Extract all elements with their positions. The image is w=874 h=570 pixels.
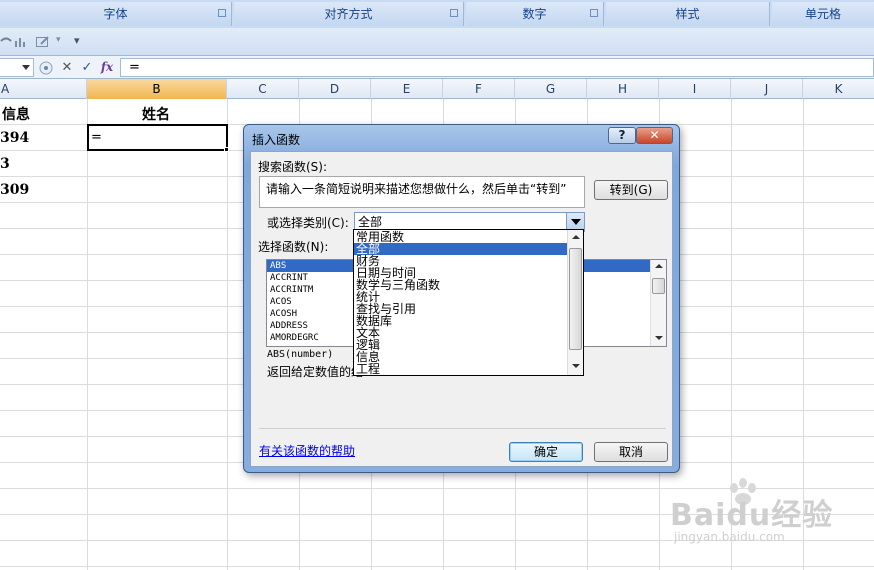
ok-button[interactable]: 确定	[509, 442, 583, 462]
insert-function-icon[interactable]: fx	[98, 59, 116, 76]
cell-a1[interactable]: 信息	[2, 104, 30, 124]
alignment-dialog-launcher-icon[interactable]	[450, 9, 458, 17]
ribbon-group-number-label: 数字	[522, 7, 547, 21]
scroll-thumb[interactable]	[652, 278, 665, 294]
ribbon-group-styles-label: 样式	[675, 7, 700, 21]
ribbon-group-font-label: 字体	[103, 7, 128, 21]
cancel-button[interactable]: 取消	[594, 442, 668, 462]
number-dialog-launcher-icon[interactable]	[590, 9, 598, 17]
cell-b1[interactable]: 姓名	[142, 104, 170, 124]
dialog-title: 插入函数	[252, 133, 301, 147]
cell-a2[interactable]: 394	[0, 130, 29, 146]
formula-bar-toggle-icon[interactable]	[38, 60, 54, 76]
ribbon-group-styles[interactable]: 样式	[606, 2, 770, 26]
category-option[interactable]: 数据库	[354, 315, 568, 327]
column-header-g[interactable]: G	[515, 79, 587, 99]
cancel-entry-icon[interactable]: ✕	[58, 59, 76, 76]
baidu-watermark: Baidu经验 jingyan.baidu.com	[670, 478, 840, 550]
category-option[interactable]: 数学与三角函数	[354, 279, 568, 291]
cell-a4[interactable]: 309	[0, 182, 29, 198]
function-list-scrollbar[interactable]	[650, 260, 666, 346]
go-button[interactable]: 转到(G)	[594, 180, 668, 200]
fill-handle[interactable]	[224, 147, 229, 152]
scroll-down-icon[interactable]	[572, 364, 580, 368]
dropdown-scrollbar[interactable]	[567, 230, 583, 375]
category-dropdown-list[interactable]: 常用函数 全部 财务 日期与时间 数学与三角函数 统计 查找与引用 数据库 文本…	[353, 229, 584, 376]
function-syntax: ABS(number)	[267, 349, 334, 360]
search-function-input[interactable]: 请输入一条简短说明来描述您想做什么，然后单击“转到”	[259, 176, 585, 208]
function-help-link[interactable]: 有关该函数的帮助	[259, 442, 355, 459]
column-header-row: A B C D E F G H I J K	[0, 79, 874, 99]
grid-line	[227, 99, 228, 570]
scroll-up-icon[interactable]	[655, 264, 663, 268]
category-option[interactable]: 信息	[354, 351, 568, 363]
column-header-h[interactable]: H	[587, 79, 659, 99]
quick-access-toolbar: ▾ ▾	[0, 28, 874, 56]
active-cell-b2[interactable]: =	[87, 124, 228, 151]
category-option[interactable]: 逻辑	[354, 339, 568, 351]
category-option[interactable]: 工程	[354, 363, 568, 375]
search-function-label: 搜索函数(S):	[258, 160, 328, 174]
divider	[259, 428, 666, 429]
column-header-e[interactable]: E	[371, 79, 443, 99]
column-header-i[interactable]: I	[659, 79, 731, 99]
ribbon-group-cells-label: 单元格	[804, 7, 841, 21]
column-header-k[interactable]: K	[803, 79, 874, 99]
select-function-label: 选择函数(N):	[258, 240, 329, 254]
name-box-dropdown-icon[interactable]	[22, 65, 30, 70]
scroll-up-icon[interactable]	[572, 235, 580, 239]
ribbon-group-bar: 字体 对齐方式 数字 样式 单元格	[0, 0, 874, 28]
watermark-brand: Baidu经验	[670, 498, 834, 533]
scroll-down-icon[interactable]	[655, 336, 663, 340]
formula-bar: ✕ ✓ fx =	[0, 56, 874, 79]
watermark-url: jingyan.baidu.com	[674, 530, 785, 544]
active-cell-content: =	[91, 130, 102, 145]
category-option[interactable]: 全部	[354, 243, 568, 255]
undo-icon[interactable]	[0, 36, 12, 47]
column-header-j[interactable]: J	[731, 79, 803, 99]
category-option[interactable]: 常用函数	[354, 231, 568, 243]
font-dialog-launcher-icon[interactable]	[218, 9, 226, 17]
ribbon-group-alignment-label: 对齐方式	[324, 7, 373, 21]
grid-line	[87, 99, 88, 570]
edit-icon[interactable]	[36, 36, 50, 47]
customize-toolbar-icon[interactable]: ▾	[74, 34, 80, 47]
dialog-close-button[interactable]: ✕	[636, 127, 673, 144]
column-header-a[interactable]: A	[0, 79, 87, 99]
dialog-help-button[interactable]: ?	[608, 127, 636, 144]
scroll-thumb[interactable]	[569, 248, 582, 350]
category-label: 或选择类别(C):	[267, 216, 349, 230]
column-header-b[interactable]: B	[87, 79, 227, 99]
formula-input[interactable]: =	[120, 58, 874, 77]
chart-icon[interactable]	[14, 36, 26, 47]
column-header-c[interactable]: C	[227, 79, 299, 99]
ribbon-group-alignment[interactable]: 对齐方式	[234, 2, 464, 26]
ribbon-group-font[interactable]: 字体	[0, 2, 232, 26]
column-header-f[interactable]: F	[443, 79, 515, 99]
column-header-d[interactable]: D	[299, 79, 371, 99]
grid-line	[0, 566, 874, 567]
ribbon-group-cells[interactable]: 单元格	[772, 2, 874, 26]
enter-icon[interactable]: ✓	[78, 59, 96, 76]
ribbon-group-number[interactable]: 数字	[466, 2, 604, 26]
category-option[interactable]: 文本	[354, 327, 568, 339]
name-box[interactable]	[0, 58, 34, 77]
edit-dropdown-icon[interactable]: ▾	[56, 35, 61, 45]
function-description: 返回给定数值的绝	[267, 365, 364, 379]
cell-a3[interactable]: 3	[0, 156, 10, 172]
